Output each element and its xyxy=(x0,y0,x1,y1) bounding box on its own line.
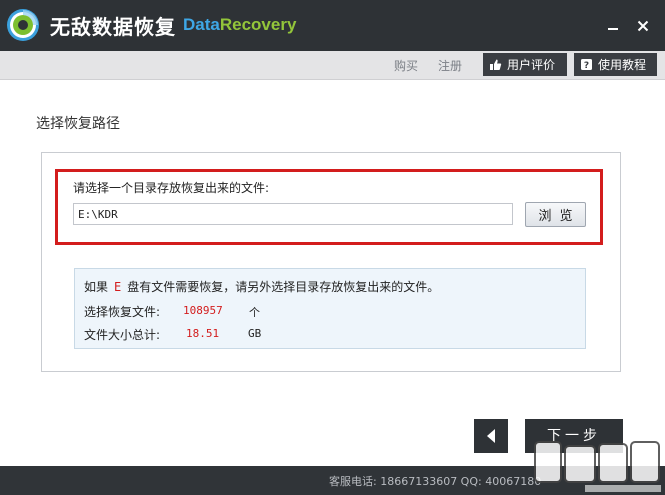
file-size-value: 18.51 xyxy=(186,327,220,340)
drive-warning-prefix: 如果 xyxy=(84,280,109,294)
status-bar: 客服电话: 18667133607 QQ: 40067180 xyxy=(0,466,665,495)
info-box: 如果 E 盘有文件需要恢复，请另外选择目录存放恢复出来的文件。 选择恢复文件: 10… xyxy=(74,268,586,349)
support-contact: 客服电话: 18667133607 QQ: 40067180 xyxy=(329,475,542,488)
thumbs-up-icon xyxy=(490,59,502,70)
help-icon: ? xyxy=(581,59,592,71)
minimize-icon xyxy=(607,27,618,30)
browse-button[interactable]: 浏览 xyxy=(525,202,586,227)
next-button[interactable]: 下一步 xyxy=(525,419,623,453)
user-review-button[interactable]: 用户评价 xyxy=(483,53,567,76)
file-count-value: 108957 xyxy=(183,304,223,317)
back-button[interactable] xyxy=(474,419,508,453)
tutorial-label: 使用教程 xyxy=(598,58,647,72)
buy-link[interactable]: 购买 xyxy=(394,57,418,74)
app-title-en-part1: Data xyxy=(183,15,220,34)
file-size-unit: GB xyxy=(248,327,262,340)
back-arrow-icon xyxy=(487,429,495,443)
app-title-en: DataRecovery xyxy=(183,15,296,35)
section-title: 选择恢复路径 xyxy=(36,116,120,132)
path-selector-box: 请选择一个目录存放恢复出来的文件: 浏览 xyxy=(55,169,603,245)
register-link[interactable]: 注册 xyxy=(438,57,462,74)
tutorial-button[interactable]: ? 使用教程 xyxy=(574,53,657,76)
minimize-button[interactable] xyxy=(600,13,625,38)
close-icon xyxy=(637,20,648,31)
drive-warning: 如果 E 盘有文件需要恢复，请另外选择目录存放恢复出来的文件。 xyxy=(84,278,439,295)
file-count-row: 选择恢复文件: 108957 个 xyxy=(84,303,260,320)
close-button[interactable] xyxy=(630,13,655,38)
svg-text:?: ? xyxy=(584,61,589,71)
file-size-label: 文件大小总计: xyxy=(84,328,161,342)
path-input[interactable] xyxy=(73,203,513,225)
app-title: 无敌数据恢复 xyxy=(50,15,176,39)
next-label: 下一步 xyxy=(547,428,601,444)
path-label: 请选择一个目录存放恢复出来的文件: xyxy=(73,181,270,195)
app-logo-icon xyxy=(7,9,39,41)
user-review-label: 用户评价 xyxy=(507,58,556,72)
file-size-row: 文件大小总计: 18.51 GB xyxy=(84,326,261,343)
file-count-label: 选择恢复文件: xyxy=(84,305,161,319)
drive-letter: E xyxy=(114,280,122,294)
app-title-en-part2: Recovery xyxy=(219,15,297,34)
recovery-path-panel: 请选择一个目录存放恢复出来的文件: 浏览 如果 E 盘有文件需要恢复，请另外选择目录… xyxy=(41,152,621,372)
file-count-unit: 个 xyxy=(249,306,260,319)
app-window: 无敌数据恢复 DataRecovery 购买 注册 用户评价 ? 使用教程 选择… xyxy=(0,0,665,495)
toolbar: 购买 注册 用户评价 ? 使用教程 xyxy=(0,51,665,80)
title-bar: 无敌数据恢复 DataRecovery xyxy=(0,0,665,51)
drive-warning-suffix: 盘有文件需要恢复，请另外选择目录存放恢复出来的文件。 xyxy=(127,280,440,294)
